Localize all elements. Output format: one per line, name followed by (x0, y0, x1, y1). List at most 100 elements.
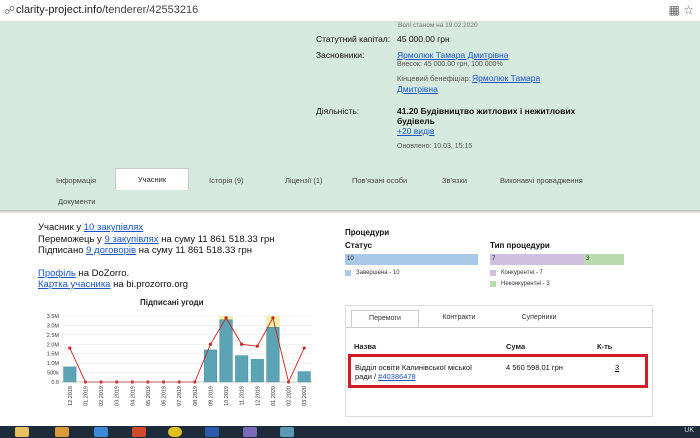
type-title: Тип процедури (490, 241, 550, 250)
competitive-bar: 7 (490, 254, 584, 265)
col-name-header: Назва (354, 342, 377, 351)
founder-contribution: Внесок: 45 000.00 грн, 100.000% (397, 61, 503, 68)
x-tick-label: 09.2019 (208, 386, 214, 406)
star-icon[interactable]: ☆ (683, 3, 694, 17)
powerpoint-icon[interactable] (132, 427, 146, 437)
chart-bar (297, 371, 311, 383)
buyer-code-link[interactable]: #40386478 (378, 372, 416, 381)
status-legend-swatch (345, 270, 351, 276)
status-bar: 10 (345, 254, 478, 265)
summary-line-1: Учасник у 10 закупівлях (38, 222, 144, 233)
tab-info[interactable]: Інформація (56, 176, 96, 185)
keyboard-language[interactable]: UK (684, 427, 694, 434)
tenders-link[interactable]: 10 закупівлях (84, 222, 143, 233)
tab-wins[interactable]: Перемоги (351, 310, 419, 328)
app-icon[interactable] (243, 427, 257, 437)
wins-link[interactable]: 9 закупівлях (104, 234, 158, 245)
noncompetitive-legend: Неконкурентні - 3 (501, 281, 550, 287)
wins-panel: Перемоги Контракти Суперники Назва Сума … (345, 305, 653, 417)
capital-value: 45 000.00 грн (397, 34, 450, 44)
competitive-legend-swatch (490, 270, 496, 276)
beneficiary-link-2[interactable]: Дмитрівна (397, 84, 438, 94)
tab-enforcement[interactable]: Виконавчі провадження (500, 176, 583, 185)
line-point (208, 342, 213, 346)
x-tick-label: 11.2019 (240, 386, 246, 405)
tab-licenses[interactable]: Ліцензії (1) (285, 176, 323, 185)
x-tick-label: 08.2019 (193, 386, 199, 406)
windows-taskbar: UK (0, 426, 700, 438)
status-date: Волі станом на 19.02.2020 (398, 22, 478, 29)
beneficiary-label: Кінцевий бенефіціар: (397, 74, 471, 83)
summary-line-2: Переможець у 9 закупівлях на суму 11 861… (38, 233, 275, 245)
divider (0, 210, 700, 214)
explorer-icon[interactable] (15, 427, 29, 437)
line-point (302, 346, 306, 350)
status-title: Статус (345, 241, 372, 250)
tab-documents[interactable]: Документи (58, 197, 95, 206)
activity-main-2: будівель (397, 116, 435, 126)
row-count-link[interactable]: 3 (615, 363, 619, 372)
chart-title: Підписані угоди (140, 298, 204, 307)
url-text[interactable]: clarity-project.info/tenderer/42553216 (16, 4, 198, 16)
line-point (224, 316, 228, 320)
x-tick-label: 04.2019 (130, 386, 136, 406)
tab-participant[interactable]: Учасник (115, 168, 189, 190)
y-tick-label: 1.0M (47, 361, 60, 367)
x-tick-label: 12.2018 (68, 386, 74, 406)
tab-bar: Інформація Учасник Історія (9) Ліцензії … (0, 168, 700, 210)
browser-address-bar[interactable]: ☍ clarity-project.info/tenderer/42553216… (0, 0, 700, 22)
beneficiary-link[interactable]: Ярмолюк Тамара (472, 73, 540, 83)
y-tick-label: 500k (47, 371, 59, 377)
lock-icon: ☍ (4, 5, 16, 17)
chart-bar (219, 319, 233, 383)
noncompetitive-bar: 3 (584, 254, 624, 265)
activity-more-link[interactable]: +20 видів (397, 126, 434, 136)
y-tick-label: 2.0M (47, 342, 60, 348)
app-icon-2[interactable] (280, 427, 294, 437)
col-sum-header: Сума (506, 342, 526, 351)
col-count-header: К-ть (597, 342, 613, 351)
founders-label: Засновники: (316, 50, 365, 60)
row-sum: 4 560 598.01 грн (506, 363, 563, 372)
x-tick-label: 10.2019 (224, 386, 230, 406)
x-tick-label: 02.2019 (99, 386, 105, 406)
line-point (240, 342, 244, 346)
word-icon[interactable] (205, 427, 219, 437)
tab-related[interactable]: Пов'язані особи (352, 176, 407, 185)
chrome-icon[interactable] (168, 427, 182, 437)
y-tick-label: 2.5M (47, 333, 60, 339)
x-tick-label: 03.2019 (115, 386, 121, 406)
line-point (271, 316, 275, 320)
competitive-legend: Конкурентні - 7 (501, 270, 543, 276)
x-tick-label: 01.2019 (83, 386, 89, 406)
contracts-link[interactable]: 9 договорів (86, 245, 136, 256)
summary-line-4: Профіль на DoZorro. (38, 267, 130, 279)
tab-rivals[interactable]: Суперники (506, 310, 572, 326)
x-tick-label: 12.2019 (255, 386, 261, 406)
status-legend: Завершена - 10 (356, 270, 400, 276)
y-tick-label: 1.5M (47, 352, 60, 358)
translate-icon[interactable]: ▦ (669, 3, 680, 17)
chart-bar (235, 355, 249, 383)
chart-bar (63, 366, 77, 383)
y-tick-label: 3.5M (47, 314, 60, 320)
ie-icon[interactable] (94, 427, 108, 437)
x-tick-label: 03.2020 (302, 386, 308, 406)
summary-line-5: Картка учасника на bi.prozorro.org (38, 279, 189, 290)
capital-label: Статутний капітал: (316, 34, 391, 44)
updated-date: Оновлено: 10.03, 15:15 (397, 143, 473, 150)
summary-line-3: Підписано 9 договорів на суму 11 861 518… (38, 245, 253, 256)
x-tick-label: 06.2019 (162, 386, 168, 406)
row-buyer-name: Відділ освіти Калинівської міської ради … (355, 363, 473, 381)
dozorro-profile-link[interactable]: Профіль (38, 268, 76, 279)
tab-links[interactable]: Зв'язки (442, 176, 467, 185)
signed-contracts-chart: 3.5M 3.0M 2.5M 2.0M 1.5M 1.0M 500k 0.0 12.2018 01… (47, 314, 312, 406)
y-tick-label: 0.0 (51, 380, 59, 386)
chart-bar (250, 359, 264, 383)
tab-history[interactable]: Історія (9) (209, 176, 244, 185)
participant-card-link[interactable]: Картка учасника (38, 279, 110, 290)
media-icon[interactable] (55, 427, 69, 437)
activity-main: 41.20 Будівництво житлових і нежитлових (397, 106, 576, 116)
founder-link[interactable]: Ярмолюк Тамара Дмитрівна (397, 50, 508, 60)
tab-contracts[interactable]: Контракти (426, 310, 492, 326)
